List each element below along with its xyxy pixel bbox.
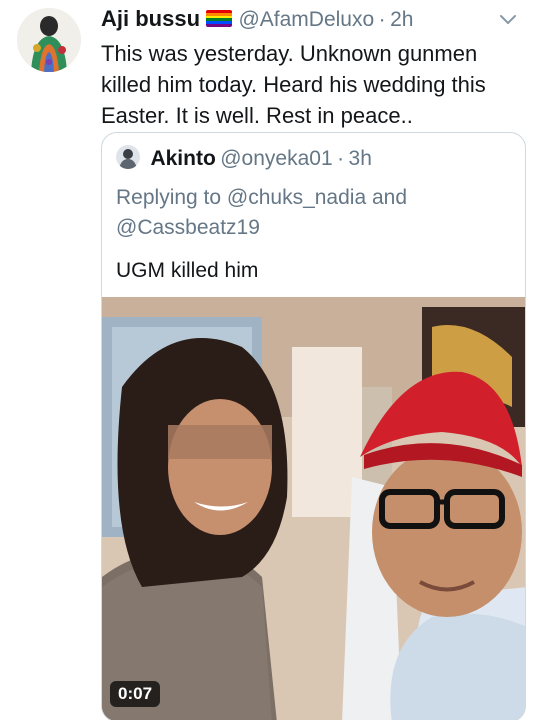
tweet-timestamp[interactable]: 2h [390,8,413,31]
tweet-header: Aji bussu @AfamDeluxo · 2h [101,6,521,36]
separator-dot: · [378,8,386,31]
quoted-tweet-text: UGM killed him [116,259,259,282]
quoted-author-avatar[interactable] [116,145,140,169]
author-display-name[interactable]: Aji bussu [101,6,200,31]
separator-dot: · [337,147,345,170]
video-thumbnail [102,297,525,720]
quoted-tweet[interactable]: Akinto @onyeka01 · 3h Replying to @chuks… [101,132,526,720]
quoted-author-display-name[interactable]: Akinto [150,147,215,170]
author-avatar[interactable] [17,8,81,72]
tweet[interactable]: Aji bussu @AfamDeluxo · 2h This was yest… [0,0,541,720]
quoted-author-handle[interactable]: @onyeka01 [220,147,332,170]
tweet-text: This was yesterday. Unknown gunmen kille… [101,41,486,128]
rainbow-flag-icon [206,10,233,27]
author-handle[interactable]: @AfamDeluxo [238,8,374,31]
chevron-down-icon[interactable] [497,8,519,30]
video-duration: 0:07 [110,681,161,707]
quoted-tweet-header: Akinto @onyeka01 · 3h [116,145,372,175]
quoted-tweet-timestamp[interactable]: 3h [349,147,372,170]
video-player[interactable]: 0:07 [102,297,525,720]
replying-to: Replying to @chuks_nadia and @Cassbeatz1… [116,186,408,239]
